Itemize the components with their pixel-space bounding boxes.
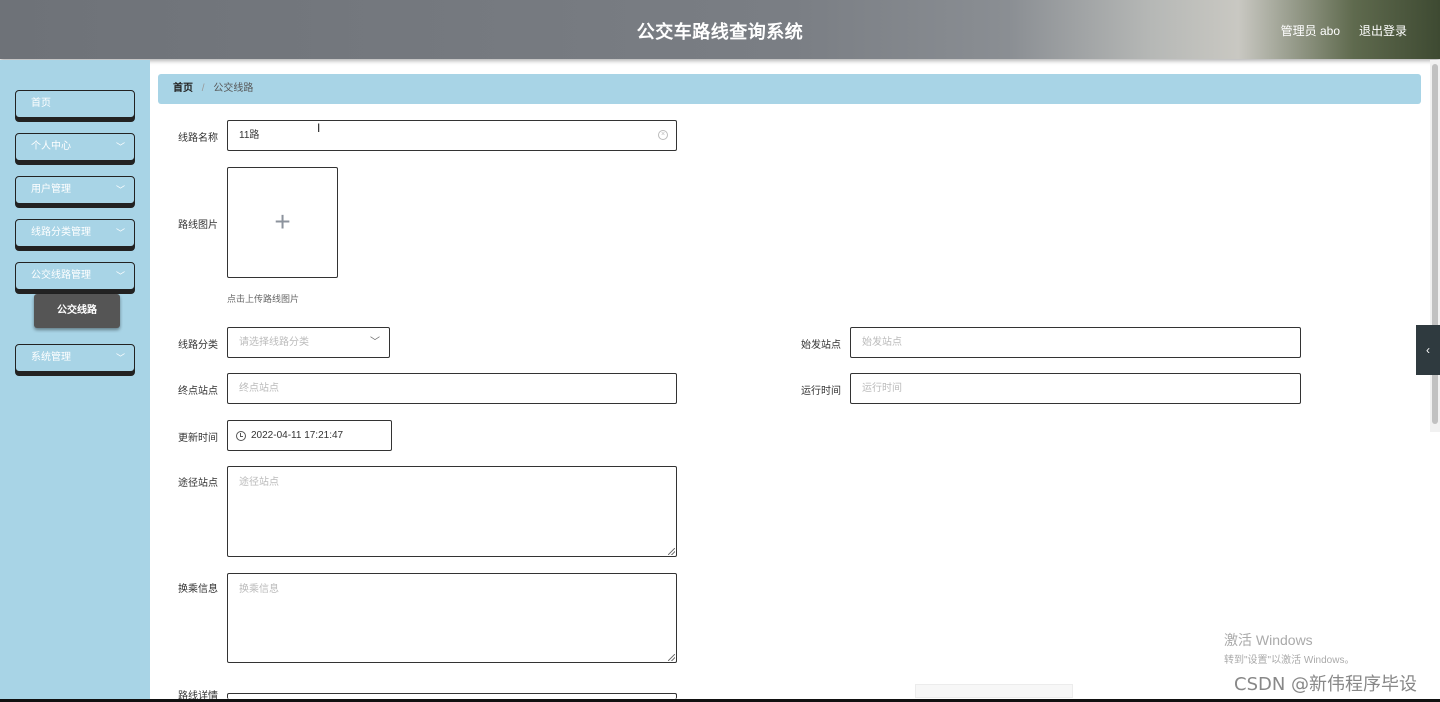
end-station-label: 终点站点 (178, 386, 218, 397)
app-title: 公交车路线查询系统 (636, 22, 804, 42)
via-stations-label: 途径站点 (178, 478, 218, 489)
route-category-select[interactable]: 请选择线路分类 ﹀ (227, 327, 390, 358)
transfer-info-placeholder: 换乘信息 (239, 584, 279, 595)
breadcrumb: 首页 / 公交线路 (158, 74, 1421, 104)
sidebar-subitem-bus-route[interactable]: 公交线路 (34, 294, 120, 328)
logout-link[interactable]: 退出登录 (1359, 22, 1407, 39)
via-stations-textarea[interactable]: 途径站点 (227, 466, 677, 557)
scrollbar[interactable] (1430, 60, 1440, 432)
text-cursor-icon: I (317, 121, 321, 135)
plus-icon: + (274, 206, 291, 237)
chevron-down-icon: ﹀ (115, 142, 125, 152)
run-time-input[interactable]: 运行时间 (850, 373, 1301, 404)
sidebar-item-label: 个人中心 (31, 141, 71, 152)
route-image-upload[interactable]: + (227, 167, 338, 278)
via-stations-placeholder: 途径站点 (239, 477, 279, 488)
breadcrumb-home[interactable]: 首页 (173, 83, 193, 94)
route-name-label: 线路名称 (178, 133, 218, 144)
chevron-down-icon: ﹀ (115, 353, 125, 363)
csdn-watermark: CSDN @新伟程序毕设 (1234, 674, 1418, 695)
sidebar-item-label: 线路分类管理 (31, 227, 91, 238)
chevron-down-icon: ﹀ (115, 185, 125, 195)
update-time-value: 2022-04-11 17:21:47 (251, 430, 344, 441)
start-station-label: 始发站点 (801, 340, 841, 351)
sidebar-item-personal-center[interactable]: 个人中心 ﹀ (15, 133, 135, 161)
header-bar: 公交车路线查询系统 管理员 abo 退出登录 (0, 0, 1440, 59)
chevron-left-icon[interactable]: ‹ (1416, 325, 1440, 375)
sidebar-item-bus-route-management[interactable]: 公交线路管理 ﹀ (15, 262, 135, 290)
route-image-hint: 点击上传路线图片 (227, 294, 300, 304)
update-time-label: 更新时间 (178, 433, 218, 444)
chevron-down-icon: ﹀ (115, 228, 125, 238)
sidebar-item-route-category[interactable]: 线路分类管理 ﹀ (15, 219, 135, 247)
chevron-up-icon: ﹀ (115, 271, 125, 281)
clear-icon[interactable]: × (658, 130, 668, 140)
sidebar-item-label: 系统管理 (31, 352, 71, 363)
end-station-input[interactable]: 终点站点 (227, 373, 677, 404)
run-time-label: 运行时间 (801, 386, 841, 397)
current-user: 管理员 abo (1280, 24, 1340, 38)
chevron-down-icon: ﹀ (370, 337, 380, 348)
sidebar-item-label: 公交线路管理 (31, 270, 91, 281)
sidebar-item-system-management[interactable]: 系统管理 ﹀ (15, 344, 135, 372)
sidebar-item-home[interactable]: 首页 (15, 90, 135, 118)
transfer-info-label: 换乘信息 (178, 584, 218, 595)
windows-activate-title: 激活 Windows (1224, 632, 1313, 648)
route-image-label: 路线图片 (178, 220, 218, 231)
route-category-placeholder: 请选择线路分类 (239, 337, 309, 348)
sidebar-item-label: 用户管理 (31, 184, 71, 195)
breadcrumb-separator: / (201, 83, 205, 94)
breadcrumb-current: 公交线路 (213, 83, 254, 94)
start-station-input[interactable]: 始发站点 (850, 327, 1301, 358)
update-time-picker[interactable]: 2022-04-11 17:21:47 (227, 420, 392, 451)
sidebar-item-label: 首页 (31, 98, 51, 109)
ime-toolbar (915, 684, 1073, 698)
windows-activate-subtitle: 转到"设置"以激活 Windows。 (1224, 655, 1355, 666)
sidebar-item-user-management[interactable]: 用户管理 ﹀ (15, 176, 135, 204)
route-category-label: 线路分类 (178, 340, 218, 351)
clock-icon (236, 431, 246, 441)
resize-handle-icon[interactable] (668, 654, 675, 661)
route-name-value: 11路 (239, 130, 260, 141)
resize-handle-icon[interactable] (668, 548, 675, 555)
route-name-input[interactable]: 11路 × (227, 120, 677, 151)
transfer-info-textarea[interactable]: 换乘信息 (227, 573, 677, 663)
